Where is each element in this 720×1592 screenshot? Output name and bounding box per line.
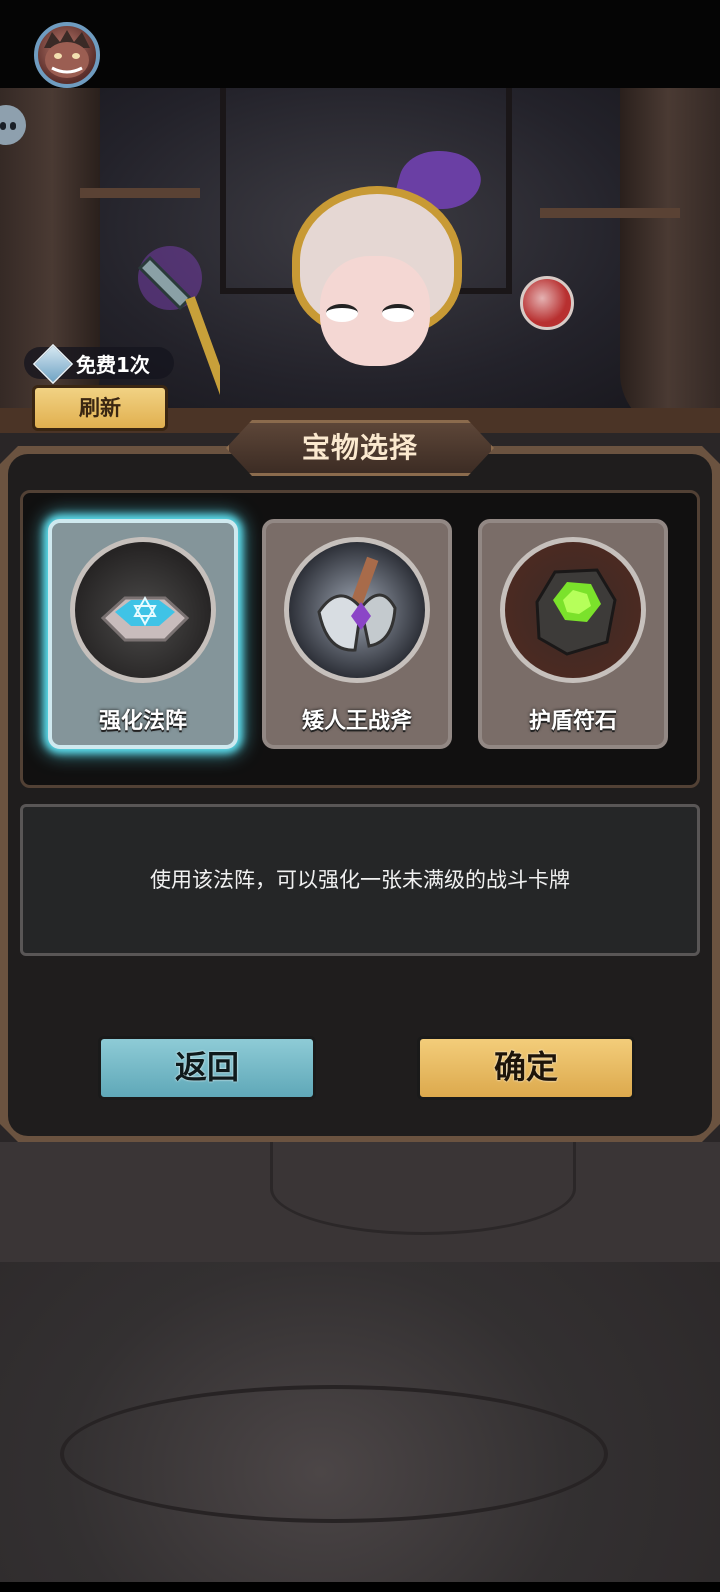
floor-circle: [60, 1385, 608, 1523]
right-curtain: [620, 88, 720, 433]
left-shelf: [80, 188, 200, 198]
treasure-card-magic-circle[interactable]: 强化法阵: [48, 519, 238, 749]
top-bar: [0, 0, 720, 88]
battle-axe-icon: [317, 556, 397, 652]
boar-avatar-icon: [44, 30, 90, 78]
treasure-description: 使用该法阵，可以强化一张未满级的战斗卡牌: [150, 868, 570, 892]
card-icon-frame: [500, 537, 646, 683]
card-icon-frame: [284, 537, 430, 683]
card-label: 护盾符石: [528, 709, 617, 734]
player-avatar[interactable]: [34, 22, 100, 88]
merchant-eye-left: [326, 304, 358, 322]
card-label: 强化法阵: [98, 709, 187, 734]
magic-circle-icon: [100, 595, 190, 642]
card-label: 矮人王战斧: [301, 709, 412, 734]
merchant-character: [270, 140, 490, 421]
merchant-eye-right: [382, 304, 414, 322]
free-refresh-count: 免费1次: [76, 353, 150, 377]
potion-flask-icon: [520, 276, 574, 330]
wall-arch: [270, 1142, 576, 1235]
merchant-scene: [0, 88, 720, 433]
treasure-card-battle-axe[interactable]: 矮人王战斧: [262, 519, 452, 749]
card-icon-frame: [70, 537, 216, 683]
treasure-card-rune-stone[interactable]: 护盾符石: [478, 519, 668, 749]
back-button[interactable]: 返回: [98, 1036, 316, 1100]
staff-icon: [137, 246, 220, 404]
bottom-strip: [0, 1582, 720, 1592]
right-shelf: [540, 208, 680, 218]
refresh-button[interactable]: 刷新: [32, 385, 168, 431]
rune-stone-icon: [535, 568, 617, 656]
confirm-button[interactable]: 确定: [417, 1036, 635, 1100]
panel-title: 宝物选择: [301, 431, 418, 464]
